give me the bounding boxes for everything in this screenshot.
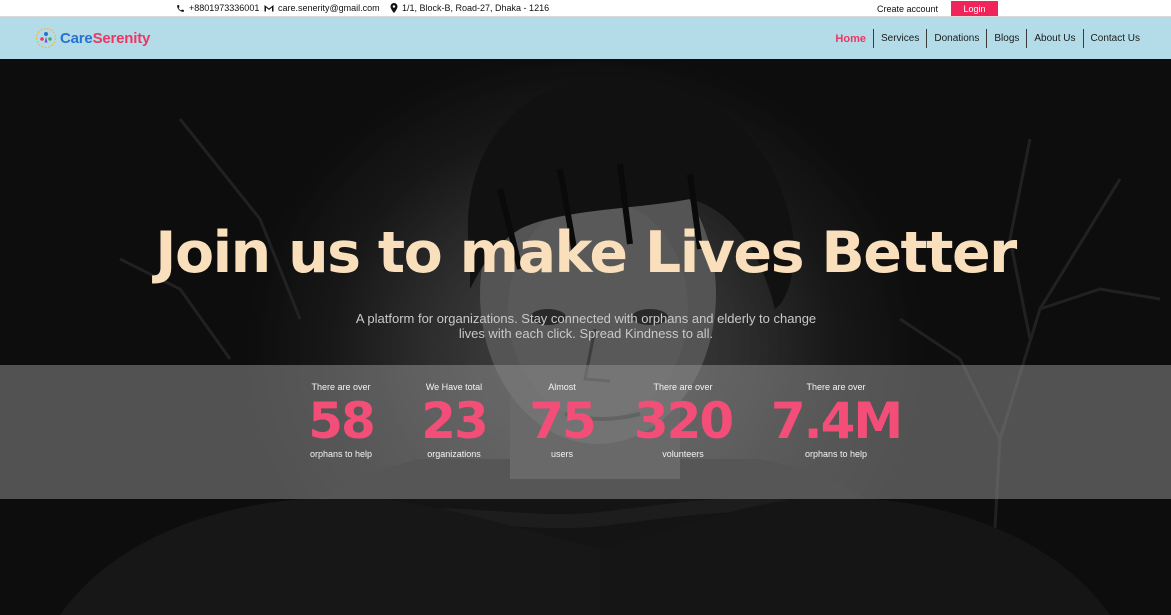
stat-value: 7.4M (770, 392, 903, 450)
main-nav: Home Services Donations Blogs About Us C… (828, 29, 1147, 48)
main-navbar: CareSerenity Home Services Donations Blo… (0, 17, 1171, 59)
address-text: 1/1, Block-B, Road-27, Dhaka - 1216 (402, 3, 550, 13)
nav-home[interactable]: Home (828, 29, 873, 48)
address-info: 1/1, Block-B, Road-27, Dhaka - 1216 (390, 3, 549, 13)
stat-suffix: volunteers (662, 449, 704, 459)
brand-name-serenity: Serenity (92, 29, 151, 47)
care-serenity-logo-icon (35, 27, 57, 49)
create-account-link[interactable]: Create account (877, 4, 938, 14)
stat-volunteers: There are over 320 volunteers (633, 382, 734, 459)
stat-orphans-total: There are over 7.4M orphans to help (770, 382, 903, 459)
phone-icon (177, 4, 184, 12)
hero-title: Join us to make Lives Better (155, 220, 1017, 286)
stat-suffix: orphans to help (804, 449, 868, 459)
hero-banner: Join us to make Lives Better A platform … (0, 59, 1171, 615)
stat-value: 58 (308, 392, 376, 450)
login-button[interactable]: Login (951, 1, 998, 16)
brand-name-care: Care (60, 29, 93, 47)
brand-name: CareSerenity (60, 30, 150, 47)
nav-donations[interactable]: Donations (926, 29, 986, 48)
phone-number: +8801973336001 (189, 3, 260, 13)
stat-orphans: There are over 58 orphans to help (308, 382, 376, 459)
stat-suffix: orphans to help (309, 449, 373, 459)
stat-suffix: users (550, 449, 573, 459)
phone-contact[interactable]: +8801973336001 (176, 3, 259, 13)
stat-value: 320 (633, 392, 734, 450)
stat-users: Almost 75 users (529, 382, 597, 459)
email-contact[interactable]: care.senerity@gmail.com (264, 3, 380, 13)
stat-value: 75 (529, 392, 597, 450)
nav-services[interactable]: Services (872, 29, 926, 48)
location-pin-icon (390, 3, 398, 13)
top-bar: +8801973336001 care.senerity@gmail.com 1… (0, 0, 1171, 17)
hero-subtitle: A platform for organizations. Stay conne… (355, 311, 817, 341)
nav-contact-us[interactable]: Contact Us (1082, 29, 1147, 48)
nav-about-us[interactable]: About Us (1026, 29, 1082, 48)
email-address: care.senerity@gmail.com (278, 3, 380, 13)
stat-value: 23 (421, 392, 489, 450)
stats-band: There are over 58 orphans to help We Hav… (0, 365, 1171, 499)
nav-blogs[interactable]: Blogs (986, 29, 1026, 48)
gmail-icon (264, 5, 274, 12)
stat-organizations: We Have total 23 organizations (421, 382, 489, 459)
brand-logo[interactable]: CareSerenity (35, 27, 150, 49)
stat-suffix: organizations (427, 449, 481, 459)
